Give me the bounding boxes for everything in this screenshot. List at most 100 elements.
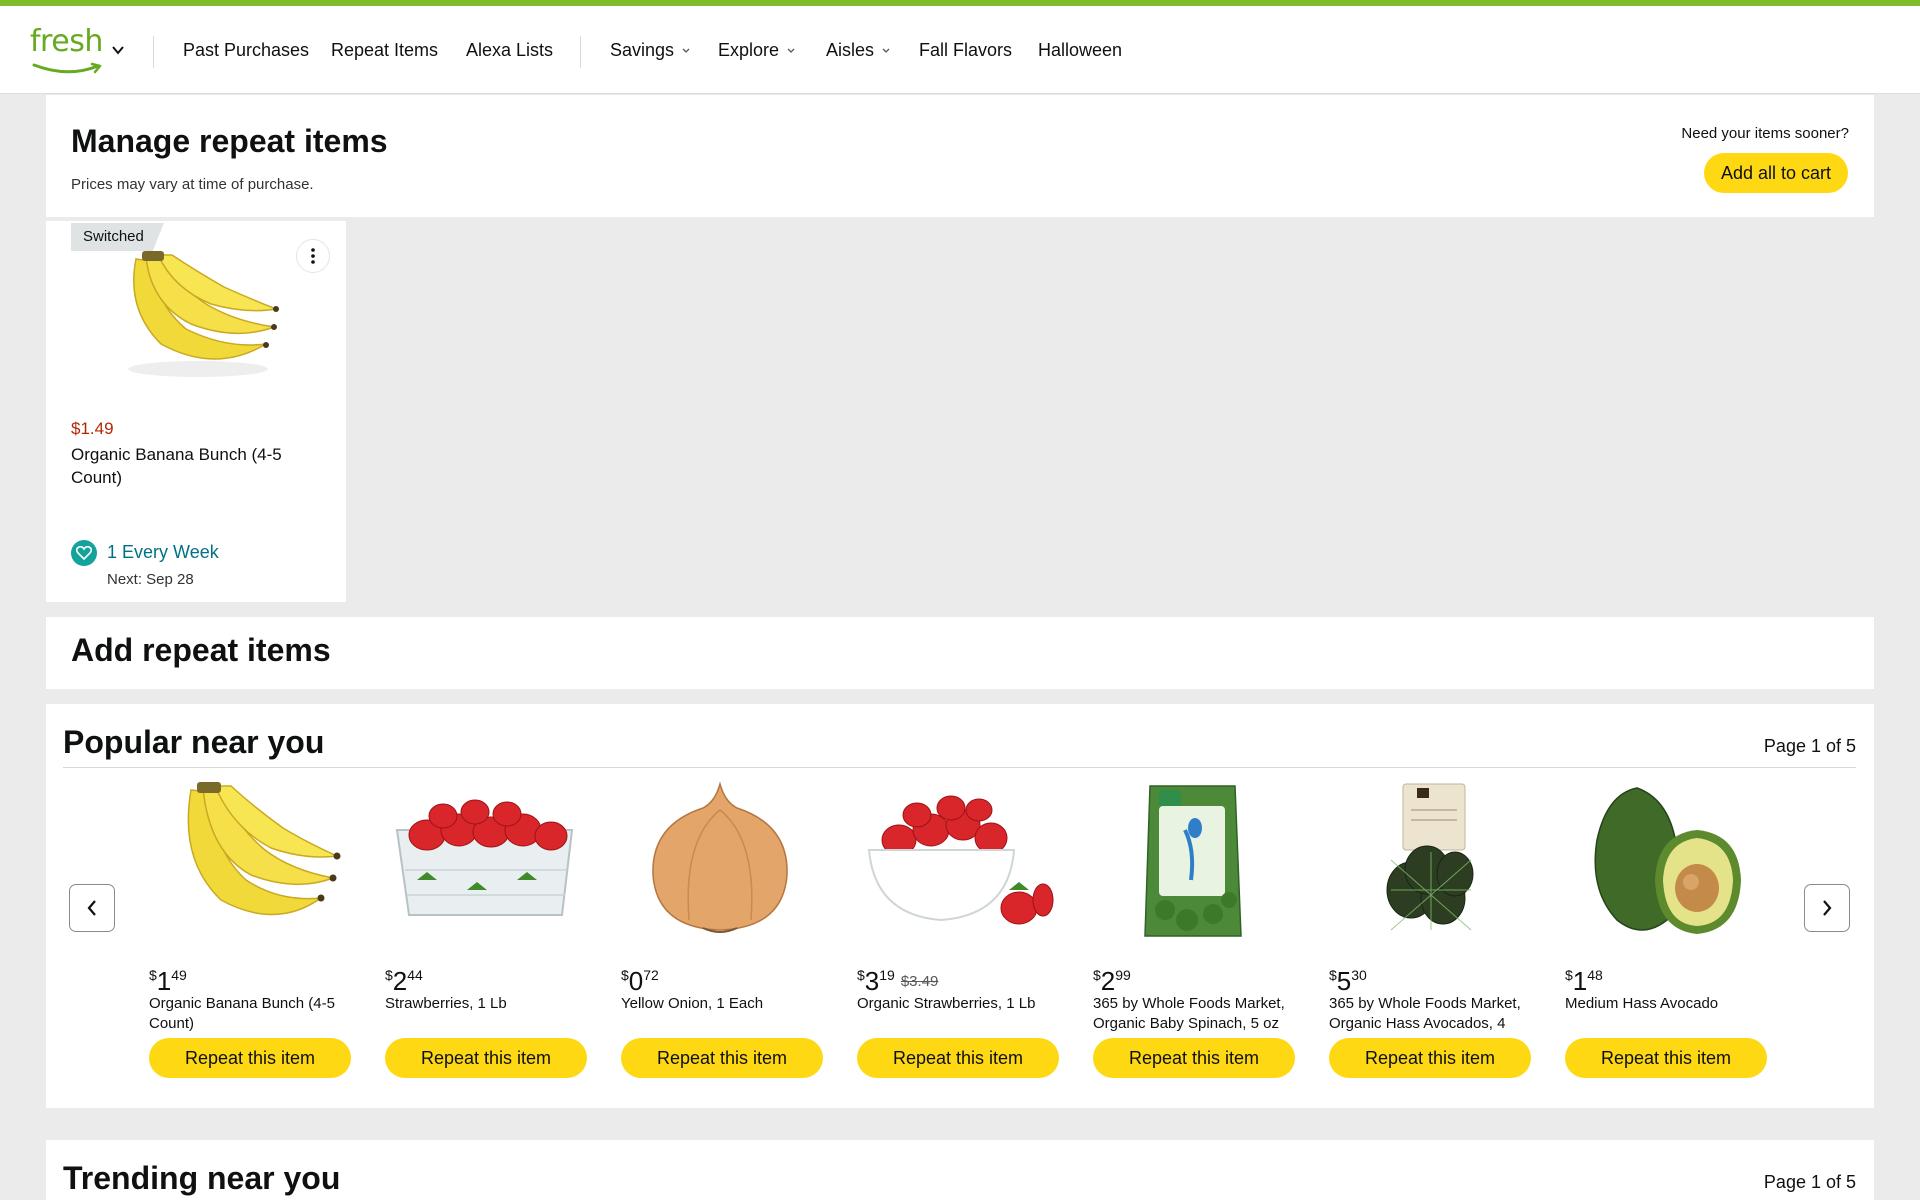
carousel-prev-button[interactable] — [69, 884, 115, 932]
smile-arrow-icon — [32, 62, 102, 74]
repeat-item-card[interactable]: Switched $1.49 Organic Banana Bunch (4-5… — [46, 221, 346, 602]
nav-past-purchases[interactable]: Past Purchases — [183, 40, 309, 61]
product-name[interactable]: 365 by Whole Foods Market, Organic Hass … — [1329, 994, 1529, 1034]
repeat-this-item-button[interactable]: Repeat this item — [1565, 1038, 1767, 1078]
product-price: $072 — [621, 966, 659, 996]
nav-label: Past Purchases — [183, 40, 310, 60]
chevron-right-icon — [1823, 900, 1832, 916]
top-navigation: fresh Past Purchases Repeat Items Alexa … — [0, 6, 1920, 94]
repeat-this-item-button[interactable]: Repeat this item — [149, 1038, 351, 1078]
price-cents: 99 — [1115, 967, 1131, 983]
strawberry-box-image[interactable] — [387, 780, 582, 940]
page-indicator: Page 1 of 5 — [1763, 736, 1856, 756]
price-dollars: 2 — [392, 966, 408, 996]
avocado-image[interactable] — [1567, 780, 1762, 940]
price-dollars: 1 — [156, 966, 172, 996]
product-price: $149 — [149, 966, 187, 996]
heart-repeat-icon — [71, 540, 97, 566]
product-price: $299 — [1093, 966, 1131, 996]
nav-label: Savings — [610, 40, 675, 60]
nav-savings[interactable]: Savings — [610, 40, 690, 61]
product-price: $148 — [1565, 966, 1603, 996]
section-heading: Add repeat items — [71, 632, 331, 668]
price-dollars: 2 — [1100, 966, 1116, 996]
product-card[interactable]: $244 Strawberries, 1 Lb Repeat this item — [382, 776, 587, 1096]
onion-image[interactable] — [623, 780, 818, 940]
more-options-button[interactable] — [296, 239, 330, 273]
need-sooner-text: Need your items sooner? — [1681, 125, 1849, 142]
nav-explore[interactable]: Explore — [718, 40, 795, 61]
price-dollars: 1 — [1572, 966, 1588, 996]
price-cents: 72 — [643, 967, 659, 983]
avocado-bag-image[interactable] — [1331, 780, 1526, 940]
product-price: $244 — [385, 966, 423, 996]
page-indicator: Page 1 of 5 — [1763, 1172, 1856, 1192]
price-cents: 19 — [879, 967, 895, 983]
nav-alexa-lists[interactable]: Alexa Lists — [466, 40, 553, 61]
product-name[interactable]: Yellow Onion, 1 Each — [621, 994, 821, 1034]
product-name[interactable]: 365 by Whole Foods Market, Organic Baby … — [1093, 994, 1293, 1034]
nav-repeat-items[interactable]: Repeat Items — [331, 40, 438, 61]
product-card[interactable]: $148 Medium Hass Avocado Repeat this ite… — [1562, 776, 1767, 1096]
repeat-this-item-button[interactable]: Repeat this item — [1093, 1038, 1295, 1078]
repeat-this-item-button[interactable]: Repeat this item — [857, 1038, 1059, 1078]
nav-label: Alexa Lists — [466, 40, 554, 60]
chevron-left-icon — [87, 900, 96, 916]
price-dollars: 0 — [628, 966, 644, 996]
add-all-to-cart-button[interactable]: Add all to cart — [1704, 153, 1848, 193]
fresh-logo[interactable]: fresh — [30, 24, 110, 80]
banana-image[interactable] — [151, 780, 346, 940]
nav-aisles[interactable]: Aisles — [826, 40, 890, 61]
nav-fall-flavors[interactable]: Fall Flavors — [919, 40, 1012, 61]
chevron-down-icon — [787, 48, 795, 53]
price-dollars: 3 — [864, 966, 880, 996]
nav-label: Aisles — [826, 40, 875, 60]
repeat-this-item-button[interactable]: Repeat this item — [385, 1038, 587, 1078]
product-price: $530 — [1329, 966, 1367, 996]
spinach-bag-image[interactable] — [1095, 780, 1290, 940]
section-heading: Trending near you — [63, 1160, 341, 1196]
product-card[interactable]: $530 365 by Whole Foods Market, Organic … — [1326, 776, 1531, 1096]
price-disclaimer: Prices may vary at time of purchase. — [71, 176, 314, 193]
price-cents: 48 — [1587, 967, 1603, 983]
chevron-down-icon — [882, 48, 890, 53]
next-delivery-date: Next: Sep 28 — [107, 571, 194, 588]
nav-divider — [153, 36, 154, 68]
repeat-this-item-button[interactable]: Repeat this item — [1329, 1038, 1531, 1078]
product-name[interactable]: Strawberries, 1 Lb — [385, 994, 585, 1034]
nav-halloween[interactable]: Halloween — [1038, 40, 1122, 61]
price-cents: 49 — [171, 967, 187, 983]
section-heading: Popular near you — [63, 724, 325, 760]
vertical-dots-icon — [311, 248, 315, 264]
item-price: $1.49 — [71, 419, 114, 438]
carousel-next-button[interactable] — [1804, 884, 1850, 932]
frequency-link[interactable]: 1 Every Week — [107, 542, 219, 563]
product-card[interactable]: $299 365 by Whole Foods Market, Organic … — [1090, 776, 1295, 1096]
chevron-down-icon[interactable] — [112, 44, 124, 56]
banana-image[interactable] — [106, 249, 286, 379]
original-price: $3.49 — [900, 973, 939, 990]
add-repeat-items-panel: Add repeat items — [46, 617, 1874, 689]
price-cents: 44 — [407, 967, 423, 983]
repeat-this-item-button[interactable]: Repeat this item — [621, 1038, 823, 1078]
product-card[interactable]: $072 Yellow Onion, 1 Each Repeat this it… — [618, 776, 823, 1096]
price-cents: 30 — [1351, 967, 1367, 983]
item-name[interactable]: Organic Banana Bunch (4-5 Count) — [71, 443, 311, 489]
product-name[interactable]: Medium Hass Avocado — [1565, 994, 1765, 1034]
product-name[interactable]: Organic Banana Bunch (4-5 Count) — [149, 994, 349, 1034]
nav-label: Repeat Items — [331, 40, 439, 60]
strawberry-bowl-image[interactable] — [859, 780, 1054, 940]
nav-label: Halloween — [1038, 40, 1123, 60]
switched-badge: Switched — [71, 223, 164, 251]
divider — [63, 767, 1856, 768]
trending-near-you-carousel: Trending near you Page 1 of 5 — [46, 1140, 1874, 1200]
product-price: $319 $3.49 — [857, 966, 939, 996]
page-title: Manage repeat items — [71, 123, 388, 159]
product-card[interactable]: $319 $3.49 Organic Strawberries, 1 Lb Rep… — [854, 776, 1059, 1096]
product-name[interactable]: Organic Strawberries, 1 Lb — [857, 994, 1057, 1034]
nav-label: Explore — [718, 40, 780, 60]
product-card[interactable]: $149 Organic Banana Bunch (4-5 Count) Re… — [146, 776, 351, 1096]
heart-icon — [76, 546, 92, 560]
popular-near-you-carousel: Popular near you Page 1 of 5 $149 Organi… — [46, 704, 1874, 1108]
nav-label: Fall Flavors — [919, 40, 1013, 60]
